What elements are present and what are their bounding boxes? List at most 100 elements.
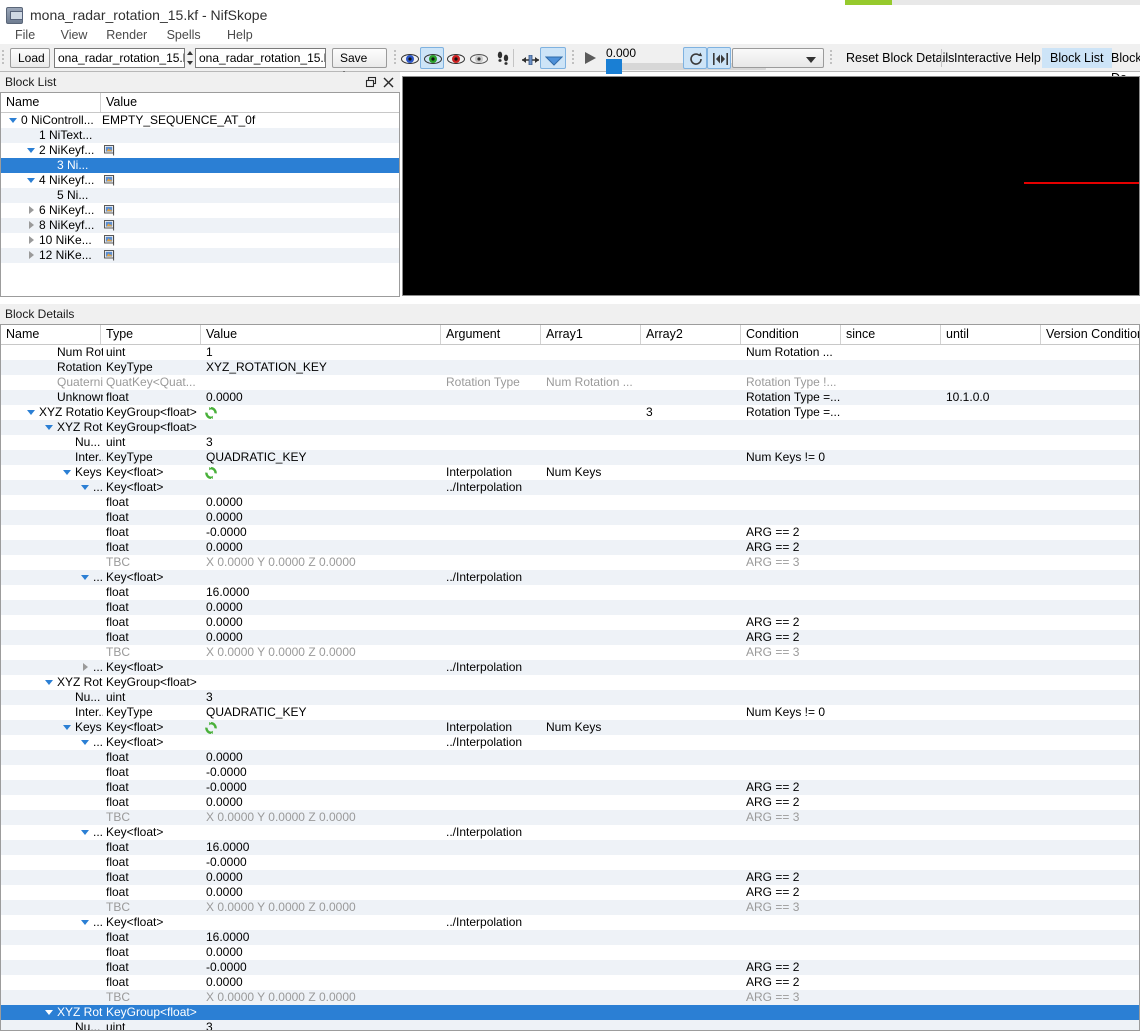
- block-details-col-type[interactable]: Type: [101, 325, 201, 344]
- block-details-row[interactable]: ... Key<float> ../Interpolation: [1, 825, 1139, 840]
- path-spinner[interactable]: [186, 48, 194, 68]
- load-button[interactable]: Load: [10, 48, 50, 68]
- block-list-row[interactable]: 8 NiKeyf...: [1, 218, 399, 233]
- chevron-down-icon[interactable]: [81, 828, 90, 837]
- interactive-help-button[interactable]: Interactive Help: [946, 48, 1049, 68]
- menu-item-help[interactable]: Help: [220, 27, 260, 44]
- ping-pong-button[interactable]: [707, 47, 731, 69]
- block-list-row[interactable]: 4 NiKeyf...: [1, 173, 399, 188]
- block-list-col-value[interactable]: Value: [101, 93, 399, 112]
- block-details-row[interactable]: float 0.0000 ARG == 2: [1, 615, 1139, 630]
- block-details-row[interactable]: float 0.0000 ARG == 2: [1, 870, 1139, 885]
- block-details-row[interactable]: Rotation TypeKeyType XYZ_ROTATION_KEY: [1, 360, 1139, 375]
- block-details-row[interactable]: Keys Key<float> Interpolation Num Keys: [1, 465, 1139, 480]
- render-viewport[interactable]: [402, 76, 1140, 296]
- block-details-row[interactable]: ... Key<float> ../Interpolation: [1, 480, 1139, 495]
- block-details-col-condition[interactable]: Condition: [741, 325, 841, 344]
- block-details-row[interactable]: float 0.0000: [1, 945, 1139, 960]
- block-list-row[interactable]: 12 NiKe...: [1, 248, 399, 263]
- close-icon[interactable]: [382, 76, 395, 89]
- save-path-input[interactable]: ona_radar_rotation_15.kf: [195, 48, 326, 68]
- chevron-down-icon[interactable]: [81, 918, 90, 927]
- block-details-row[interactable]: TBC X 0.0000 Y 0.0000 Z 0.0000 ARG == 3: [1, 645, 1139, 660]
- block-details-row[interactable]: float -0.0000 ARG == 2: [1, 780, 1139, 795]
- block-details-row[interactable]: XYZ Rot...KeyGroup<float>: [1, 420, 1139, 435]
- menu-item-file[interactable]: File: [8, 27, 42, 44]
- block-details-row[interactable]: Nu... uint 3: [1, 690, 1139, 705]
- block-details-row[interactable]: Inter...KeyType QUADRATIC_KEY Num Keys != …: [1, 450, 1139, 465]
- block-details-col-name[interactable]: Name: [1, 325, 101, 344]
- block-details-row[interactable]: float 0.0000 ARG == 2: [1, 795, 1139, 810]
- block-details-row[interactable]: float 0.0000 ARG == 2: [1, 630, 1139, 645]
- menu-item-spells[interactable]: Spells: [160, 27, 208, 44]
- block-details-row[interactable]: float 16.0000: [1, 840, 1139, 855]
- block-details-row[interactable]: float 0.0000 ARG == 2: [1, 885, 1139, 900]
- view-side-button[interactable]: [420, 47, 444, 69]
- block-details-row[interactable]: float 0.0000: [1, 750, 1139, 765]
- chevron-down-icon[interactable]: [45, 423, 54, 432]
- block-details-row[interactable]: Keys Key<float> Interpolation Num Keys: [1, 720, 1139, 735]
- block-details-row[interactable]: TBC X 0.0000 Y 0.0000 Z 0.0000 ARG == 3: [1, 555, 1139, 570]
- chevron-down-icon[interactable]: [27, 408, 36, 417]
- block-details-row[interactable]: Nu... uint 3: [1, 435, 1139, 450]
- block-details-row[interactable]: Nu... uint 3: [1, 1020, 1139, 1030]
- chevron-down-icon[interactable]: [27, 146, 36, 155]
- anim-toolbar-grip[interactable]: [572, 49, 576, 67]
- chevron-down-icon[interactable]: [81, 483, 90, 492]
- block-details-row[interactable]: TBC X 0.0000 Y 0.0000 Z 0.0000 ARG == 3: [1, 810, 1139, 825]
- block-details-row[interactable]: float -0.0000: [1, 765, 1139, 780]
- menu-item-render[interactable]: Render: [99, 27, 154, 44]
- chevron-down-icon[interactable]: [9, 116, 18, 125]
- block-details-row[interactable]: float -0.0000: [1, 855, 1139, 870]
- view-top-button[interactable]: [443, 47, 467, 69]
- view-front-button[interactable]: [397, 47, 421, 69]
- block-list-row[interactable]: 2 NiKeyf...: [1, 143, 399, 158]
- block-list-row[interactable]: 5 Ni...: [1, 188, 399, 203]
- block-details-row[interactable]: ... Key<float> ../Interpolation: [1, 570, 1139, 585]
- block-details-row[interactable]: XYZ Rot...KeyGroup<float>: [1, 1005, 1139, 1020]
- chevron-right-icon[interactable]: [27, 236, 36, 245]
- block-details-row[interactable]: ... Key<float> ../Interpolation: [1, 735, 1139, 750]
- toolbar-grip[interactable]: [2, 49, 6, 67]
- chevron-down-icon[interactable]: [63, 468, 72, 477]
- walk-mode-button[interactable]: [489, 47, 513, 69]
- block-list-row[interactable]: 10 NiKe...: [1, 233, 399, 248]
- block-details-col-value[interactable]: Value: [201, 325, 441, 344]
- chevron-right-icon[interactable]: [27, 221, 36, 230]
- block-details-col-array2[interactable]: Array2: [641, 325, 741, 344]
- block-details-row[interactable]: Num Rotati...uint 1 Num Rotation ...: [1, 345, 1139, 360]
- tab-block-details[interactable]: Block De: [1103, 48, 1140, 85]
- block-details-row[interactable]: float 0.0000 ARG == 2: [1, 975, 1139, 990]
- help-toolbar-grip[interactable]: [830, 49, 834, 67]
- chevron-down-icon[interactable]: [81, 573, 90, 582]
- block-list-row[interactable]: 0 NiControll... EMPTY_SEQUENCE_AT_0f: [1, 113, 399, 128]
- menu-item-view[interactable]: View: [54, 27, 95, 44]
- block-details-row[interactable]: XYZ Rot...KeyGroup<float>: [1, 675, 1139, 690]
- block-details-row[interactable]: Inter...KeyType QUADRATIC_KEY Num Keys != …: [1, 705, 1139, 720]
- open-path-input[interactable]: ona_radar_rotation_15.kf: [54, 48, 185, 68]
- block-details-row[interactable]: ... Key<float> ../Interpolation: [1, 915, 1139, 930]
- center-axis-button[interactable]: [517, 47, 541, 69]
- recycle-link-icon[interactable]: [205, 722, 217, 734]
- block-details-row[interactable]: float 16.0000: [1, 930, 1139, 945]
- block-details-col-array1[interactable]: Array1: [541, 325, 641, 344]
- loop-button[interactable]: [683, 47, 707, 69]
- block-details-col-argument[interactable]: Argument: [441, 325, 541, 344]
- reset-block-details-button[interactable]: Reset Block Details: [838, 48, 962, 68]
- block-details-col-version[interactable]: Version Condition: [1041, 325, 1139, 344]
- block-details-row[interactable]: float -0.0000 ARG == 2: [1, 960, 1139, 975]
- chevron-down-icon[interactable]: [27, 176, 36, 185]
- recycle-link-icon[interactable]: [205, 467, 217, 479]
- recycle-link-icon[interactable]: [205, 407, 217, 419]
- time-slider-handle[interactable]: [606, 59, 622, 74]
- block-list-row[interactable]: 6 NiKeyf...: [1, 203, 399, 218]
- tab-block-list[interactable]: Block List: [1042, 48, 1112, 68]
- chevron-down-icon[interactable]: [81, 738, 90, 747]
- chevron-down-icon[interactable]: [45, 1008, 54, 1017]
- block-list-col-name[interactable]: Name: [1, 93, 101, 112]
- block-details-row[interactable]: Quaternion ...QuatKey<Quat... Rotation Ty…: [1, 375, 1139, 390]
- chevron-down-icon[interactable]: [45, 678, 54, 687]
- chevron-down-icon[interactable]: [63, 723, 72, 732]
- sequence-combo[interactable]: [732, 48, 824, 68]
- block-details-row[interactable]: float -0.0000 ARG == 2: [1, 525, 1139, 540]
